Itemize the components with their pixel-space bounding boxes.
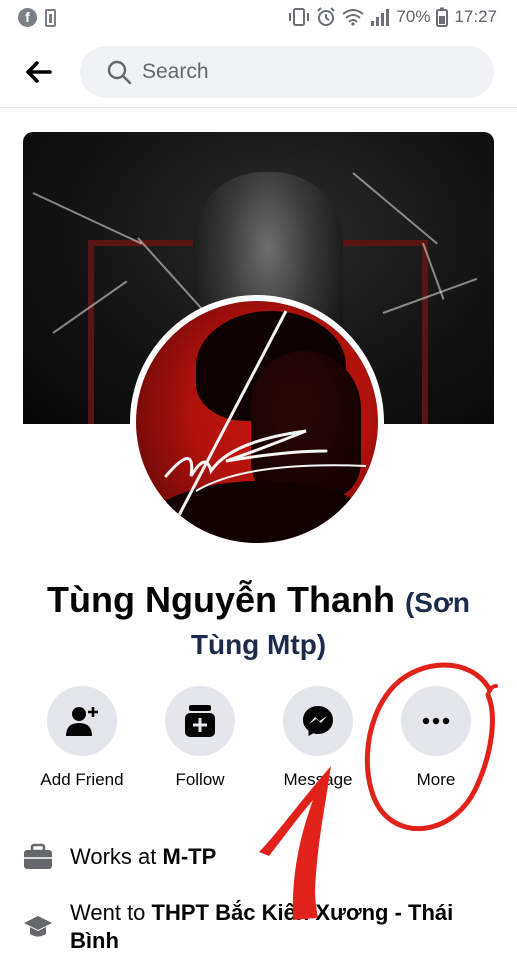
school-prefix: Went to [70, 900, 146, 925]
work-place-link[interactable]: M-TP [163, 844, 217, 869]
vibrate-icon [289, 8, 310, 26]
battery-saver-notification-icon [45, 8, 56, 27]
profile-picture-image [136, 301, 378, 543]
top-bar [0, 36, 517, 108]
search-icon [107, 60, 132, 85]
back-arrow-icon [26, 61, 52, 83]
search-input[interactable] [142, 60, 462, 84]
add-friend-label: Add Friend [40, 770, 124, 789]
briefcase-icon [24, 843, 52, 869]
follow-button[interactable]: Follow [140, 686, 260, 790]
display-name: Tùng Nguyễn Thanh [47, 579, 395, 620]
cover-texture [352, 172, 438, 245]
notification-icons: f [18, 8, 56, 27]
profile-actions: Add Friend Follow Message More [0, 686, 517, 796]
graduation-cap-icon [24, 916, 52, 937]
signature-mark [164, 310, 367, 522]
system-icons: 70% 17:27 [288, 7, 497, 27]
follow-icon [185, 705, 215, 737]
message-button[interactable]: Message [258, 686, 378, 790]
follow-label: Follow [175, 770, 225, 789]
profile-picture[interactable] [130, 295, 384, 549]
facebook-notification-icon: f [18, 8, 37, 27]
battery-percent: 70% [396, 7, 431, 26]
status-bar: f 70% 17:27 [0, 0, 517, 36]
signal-icon [371, 9, 390, 26]
more-icon [422, 717, 450, 725]
education-info: Went to THPT Bắc Kiến Xương - Thái Bình [22, 899, 490, 955]
message-label: Message [283, 770, 353, 789]
alternate-name-part1: (Sơn [404, 587, 470, 618]
back-button[interactable] [20, 56, 56, 88]
alarm-icon [317, 7, 336, 26]
alternate-name-part2: Tùng Mtp) [190, 629, 327, 660]
add-friend-button[interactable]: Add Friend [22, 686, 142, 790]
more-button[interactable]: More [376, 686, 496, 790]
battery-icon [436, 7, 449, 27]
more-label: More [416, 770, 456, 789]
clock: 17:27 [454, 7, 497, 26]
cover-texture [32, 192, 143, 245]
work-prefix: Works at [70, 844, 157, 869]
work-info: Works at M-TP [22, 843, 216, 871]
search-bar[interactable] [80, 46, 494, 98]
messenger-icon [303, 706, 333, 736]
profile-name: Tùng Nguyễn Thanh (Sơn Tùng Mtp) [20, 578, 497, 665]
add-friend-icon [66, 707, 98, 736]
wifi-icon [342, 9, 365, 26]
